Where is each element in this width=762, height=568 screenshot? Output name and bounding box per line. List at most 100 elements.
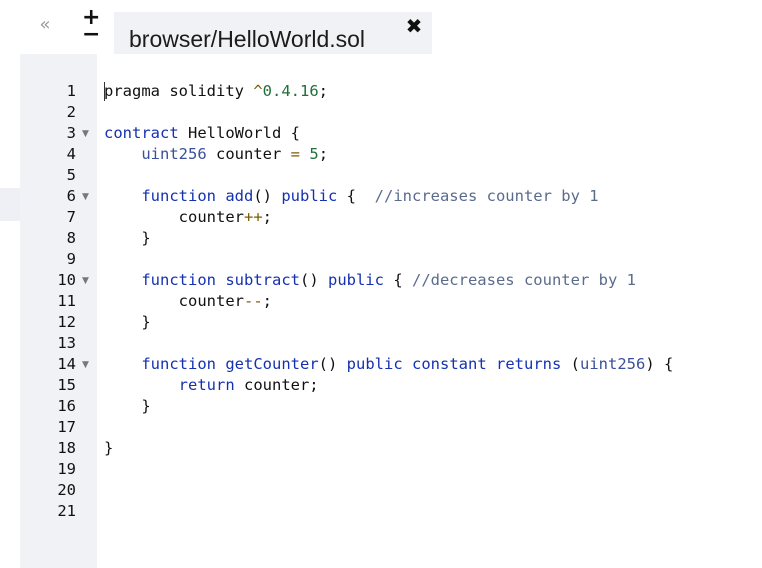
code-token: counter; [234, 376, 319, 394]
code-token: ++ [243, 208, 263, 226]
line-number: 3 [66, 124, 76, 142]
code-line: contract HelloWorld { [104, 123, 300, 144]
line-number: 20 [57, 481, 76, 499]
code-token: HelloWorld { [178, 124, 300, 142]
code-token: add [225, 187, 254, 205]
code-token: uint256 [141, 145, 207, 163]
fold-arrow-icon[interactable]: ▼ [82, 124, 89, 145]
code-token: ( [561, 355, 580, 373]
code-token: counter [104, 208, 244, 226]
code-token: } [104, 397, 151, 415]
code-token: public [327, 271, 384, 289]
editor-tab-bar: « + − browser/HelloWorld.sol ✖ [0, 0, 762, 54]
code-token: returns [496, 355, 562, 373]
line-number: 17 [57, 418, 76, 436]
code-token: function [141, 271, 216, 289]
code-token: = [290, 145, 300, 163]
decrease-font-icon[interactable]: − [82, 24, 100, 46]
code-line: } [104, 228, 151, 249]
code-line: uint256 counter = 5; [104, 144, 328, 165]
line-number: 19 [57, 460, 76, 478]
line-number: 18 [57, 439, 76, 457]
left-panel-highlight [0, 188, 20, 221]
code-token: constant [412, 355, 487, 373]
line-number: 6 [66, 187, 76, 205]
collapse-panel-icon[interactable]: « [34, 14, 56, 36]
code-token: () [299, 271, 328, 289]
fold-arrow-icon[interactable]: ▼ [82, 187, 89, 208]
line-number: 7 [66, 208, 76, 226]
code-token: function [141, 187, 216, 205]
code-token: ; [318, 145, 329, 163]
code-line: pragma solidity ^0.4.16; [104, 81, 328, 102]
code-token: public [346, 355, 403, 373]
line-number: 4 [66, 145, 76, 163]
code-token: function [141, 355, 216, 373]
code-token: ; [318, 82, 328, 100]
file-tab[interactable]: browser/HelloWorld.sol ✖ [114, 12, 432, 54]
code-token: ^ [253, 82, 263, 100]
code-token: -- [243, 292, 263, 310]
text-cursor [104, 82, 105, 101]
code-line: function add() public { //increases coun… [104, 186, 599, 207]
code-token: counter [206, 145, 291, 163]
left-panel-edge [0, 54, 20, 568]
code-line: } [104, 396, 151, 417]
code-line: counter--; [104, 291, 272, 312]
code-token: public [281, 187, 338, 205]
line-number: 5 [66, 166, 76, 184]
fold-arrow-icon[interactable]: ▼ [82, 271, 89, 292]
code-line: } [104, 438, 113, 459]
close-tab-icon[interactable]: ✖ [404, 16, 424, 36]
code-token: pragma solidity [104, 82, 254, 100]
code-token: counter [104, 292, 244, 310]
fold-arrow-icon[interactable]: ▼ [82, 355, 89, 376]
line-number: 21 [57, 502, 76, 520]
line-number: 1 [66, 82, 76, 100]
code-token: 0.4.16 [262, 82, 319, 100]
code-token: uint256 [580, 355, 646, 373]
code-token: () [253, 187, 282, 205]
code-token: ) { [645, 355, 674, 373]
code-token: } [104, 439, 114, 457]
code-token: ; [262, 208, 272, 226]
code-token: 5 [309, 145, 319, 163]
code-token: getCounter [225, 355, 319, 373]
code-token: } [104, 229, 151, 247]
code-line: counter++; [104, 207, 272, 228]
code-line: function getCounter() public constant re… [104, 354, 673, 375]
code-token: { [337, 187, 375, 205]
code-token: return [178, 376, 235, 394]
line-number: 13 [57, 334, 76, 352]
code-line: return counter; [104, 375, 319, 396]
line-number: 11 [57, 292, 76, 310]
code-token: } [104, 313, 151, 331]
line-number: 2 [66, 103, 76, 121]
file-tab-label: browser/HelloWorld.sol [129, 26, 366, 52]
line-number: 14 [57, 355, 76, 373]
line-number: 16 [57, 397, 76, 415]
line-number: 8 [66, 229, 76, 247]
line-number: 15 [57, 376, 76, 394]
code-line: function subtract() public { //decreases… [104, 270, 636, 291]
code-line: } [104, 312, 151, 333]
code-token: { [383, 271, 412, 289]
code-token: //decreases counter by 1 [411, 271, 636, 289]
line-number: 10 [57, 271, 76, 289]
code-token: () [318, 355, 347, 373]
code-token: subtract [225, 271, 300, 289]
line-number: 9 [66, 250, 76, 268]
line-number: 12 [57, 313, 76, 331]
code-token: //increases counter by 1 [374, 187, 599, 205]
